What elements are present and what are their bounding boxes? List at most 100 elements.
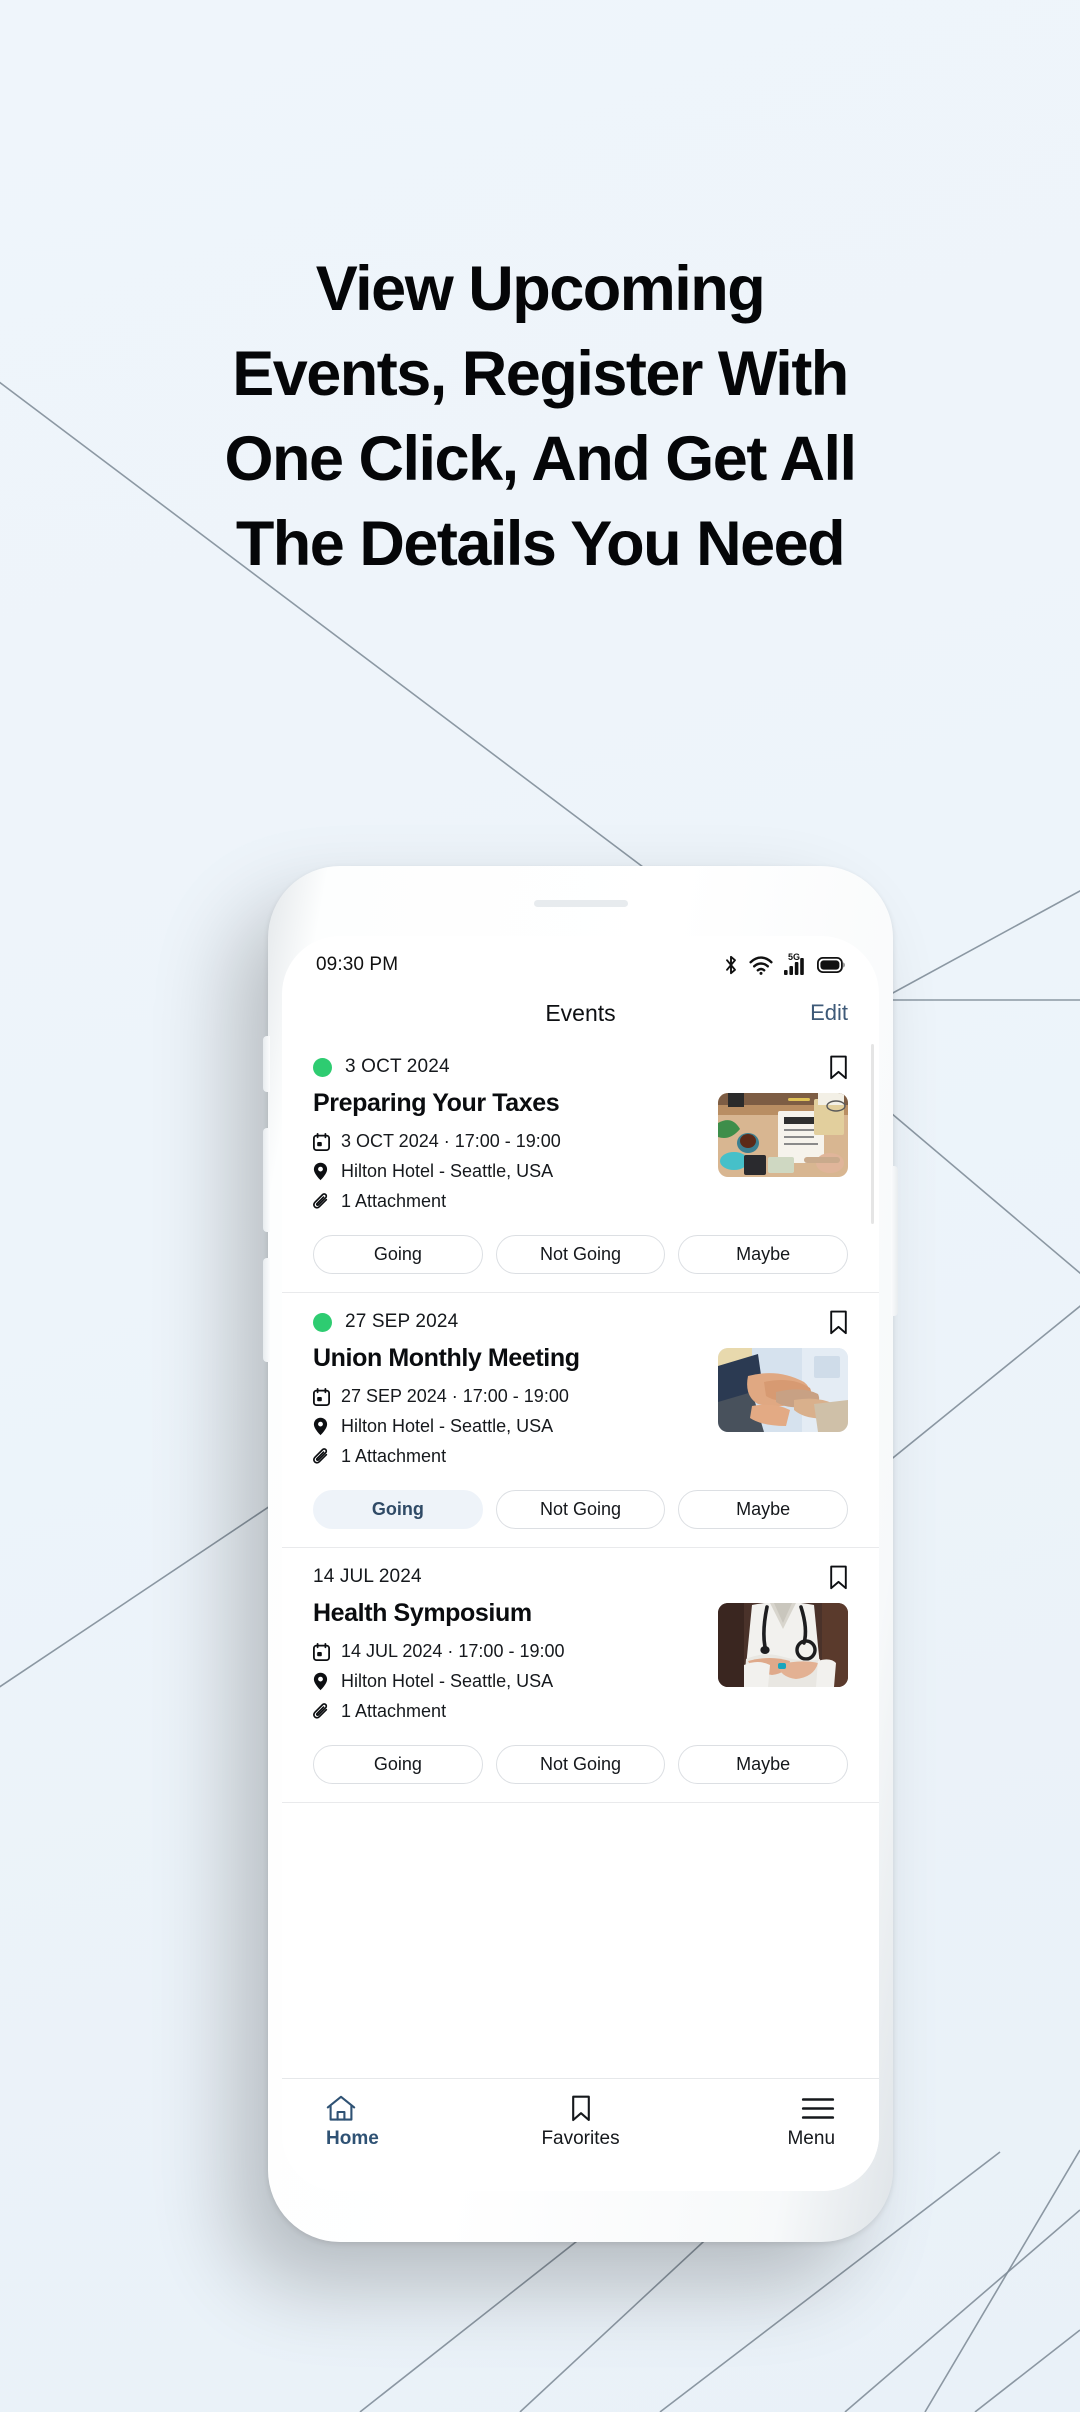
rsvp-button-group: Going Not Going Maybe: [313, 1490, 849, 1529]
headline-line-3: One Click, And Get All: [224, 424, 857, 495]
event-datetime-row: 3 OCT 2024 · 17:00 - 19:00: [313, 1131, 704, 1152]
rsvp-maybe-button[interactable]: Maybe: [678, 1490, 849, 1529]
bookmark-icon: [570, 2095, 592, 2122]
headline-line-2: Events, Register With: [232, 339, 849, 410]
rsvp-maybe-button[interactable]: Maybe: [678, 1235, 849, 1274]
event-date-group: 14 JUL 2024: [313, 1566, 422, 1588]
event-card-header: 3 OCT 2024: [313, 1052, 848, 1082]
doctor-stethoscope-photo[interactable]: [718, 1603, 848, 1687]
rsvp-going-button[interactable]: Going: [313, 1490, 483, 1529]
event-date-label: 14 JUL 2024: [313, 1566, 422, 1587]
event-location-row: Hilton Hotel - Seattle, USA: [313, 1161, 704, 1182]
tab-menu[interactable]: Menu: [665, 2095, 835, 2150]
hamburger-menu-icon: [801, 2095, 835, 2122]
phone-power-button[interactable]: [891, 1166, 898, 1316]
page-headline: View Upcoming Events, Register With One …: [0, 247, 1080, 587]
event-info: Union Monthly Meeting 27 SEP 2024 · 17:0…: [313, 1344, 704, 1467]
status-bar-icons: 5G: [724, 951, 845, 975]
phone-earpiece-speaker: [533, 900, 628, 907]
tab-favorites-label: Favorites: [541, 2128, 620, 2149]
event-datetime: 14 JUL 2024 · 17:00 - 19:00: [341, 1641, 565, 1661]
event-location-row: Hilton Hotel - Seattle, USA: [313, 1671, 704, 1692]
tab-home-label: Home: [326, 2128, 379, 2149]
events-list[interactable]: 3 OCT 2024 Preparing Your Taxes 3 OCT 20…: [282, 1038, 879, 2078]
page-title: Events: [545, 999, 616, 1026]
rsvp-going-button[interactable]: Going: [313, 1745, 483, 1784]
paperclip-icon: [313, 1192, 331, 1211]
phone-mockup: 09:30 PM 5G Events Edit 3 OCT 2024 Prepa…: [263, 866, 898, 2242]
calendar-icon: [313, 1387, 331, 1406]
location-pin-icon: [313, 1672, 331, 1691]
handshake-photo[interactable]: [718, 1348, 848, 1432]
phone-screen: 09:30 PM 5G Events Edit 3 OCT 2024 Prepa…: [282, 936, 879, 2191]
status-bar-time: 09:30 PM: [316, 954, 399, 975]
headline-line-1: View Upcoming: [315, 254, 766, 325]
event-date-label: 3 OCT 2024: [345, 1056, 450, 1077]
event-date-group: 27 SEP 2024: [313, 1311, 458, 1333]
event-attachment-row: 1 Attachment: [313, 1191, 704, 1212]
status-bar: 09:30 PM 5G: [282, 936, 879, 988]
wifi-icon: [749, 955, 773, 975]
event-card[interactable]: 27 SEP 2024 Union Monthly Meeting 27 SEP…: [282, 1293, 879, 1548]
tab-favorites[interactable]: Favorites: [496, 2095, 666, 2150]
edit-button[interactable]: Edit: [810, 1000, 848, 1026]
screen-nav-bar: Events Edit: [282, 988, 879, 1038]
event-status-dot: [313, 1312, 332, 1332]
location-pin-icon: [313, 1162, 331, 1181]
event-attachments: 1 Attachment: [341, 1191, 447, 1211]
event-datetime: 3 OCT 2024 · 17:00 - 19:00: [341, 1131, 561, 1151]
phone-volume-down-button[interactable]: [263, 1258, 270, 1362]
event-location: Hilton Hotel - Seattle, USA: [341, 1671, 554, 1691]
home-icon: [326, 2095, 356, 2122]
event-card-body: Health Symposium 14 JUL 2024 · 17:00 - 1…: [313, 1599, 848, 1722]
event-card-header: 14 JUL 2024: [313, 1562, 848, 1592]
rsvp-button-group: Going Not Going Maybe: [313, 1235, 849, 1274]
rsvp-button-group: Going Not Going Maybe: [313, 1745, 849, 1784]
calendar-icon: [313, 1642, 331, 1661]
rsvp-maybe-button[interactable]: Maybe: [678, 1745, 849, 1784]
event-card-body: Preparing Your Taxes 3 OCT 2024 · 17:00 …: [313, 1089, 848, 1212]
event-attachment-row: 1 Attachment: [313, 1701, 704, 1722]
bookmark-icon[interactable]: [829, 1310, 848, 1335]
event-card-body: Union Monthly Meeting 27 SEP 2024 · 17:0…: [313, 1344, 848, 1467]
event-datetime-row: 14 JUL 2024 · 17:00 - 19:00: [313, 1641, 704, 1662]
event-info: Preparing Your Taxes 3 OCT 2024 · 17:00 …: [313, 1089, 704, 1212]
vertical-scrollbar[interactable]: [871, 1044, 874, 1224]
event-date-group: 3 OCT 2024: [313, 1056, 450, 1078]
phone-mute-switch[interactable]: [263, 1036, 270, 1092]
event-card[interactable]: 3 OCT 2024 Preparing Your Taxes 3 OCT 20…: [282, 1038, 879, 1293]
network-type-label: 5G: [788, 951, 801, 962]
paperclip-icon: [313, 1447, 331, 1466]
bookmark-icon[interactable]: [829, 1565, 848, 1590]
battery-icon: [817, 957, 845, 973]
event-title: Health Symposium: [313, 1599, 532, 1627]
event-info: Health Symposium 14 JUL 2024 · 17:00 - 1…: [313, 1599, 704, 1722]
event-datetime: 27 SEP 2024 · 17:00 - 19:00: [341, 1386, 569, 1406]
headline-line-4: The Details You Need: [235, 509, 846, 580]
desk-tax-paperwork-photo[interactable]: [718, 1093, 848, 1177]
event-title: Preparing Your Taxes: [313, 1089, 560, 1117]
event-location-row: Hilton Hotel - Seattle, USA: [313, 1416, 704, 1437]
cellular-5g-icon: 5G: [784, 951, 806, 975]
event-attachments: 1 Attachment: [341, 1701, 447, 1721]
paperclip-icon: [313, 1702, 331, 1721]
event-attachments: 1 Attachment: [341, 1446, 447, 1466]
bottom-tab-bar: Home Favorites Menu: [282, 2078, 879, 2191]
event-title: Union Monthly Meeting: [313, 1344, 580, 1372]
event-datetime-row: 27 SEP 2024 · 17:00 - 19:00: [313, 1386, 704, 1407]
bookmark-icon[interactable]: [829, 1055, 848, 1080]
event-status-dot: [313, 1057, 332, 1077]
event-location: Hilton Hotel - Seattle, USA: [341, 1416, 554, 1436]
phone-volume-up-button[interactable]: [263, 1128, 270, 1232]
rsvp-not-going-button[interactable]: Not Going: [495, 1235, 666, 1274]
event-card[interactable]: 14 JUL 2024 Health Symposium 14 JUL 2024…: [282, 1548, 879, 1803]
rsvp-not-going-button[interactable]: Not Going: [495, 1490, 666, 1529]
tab-menu-label: Menu: [787, 2128, 836, 2149]
calendar-icon: [313, 1132, 331, 1151]
tab-home[interactable]: Home: [326, 2095, 496, 2150]
event-attachment-row: 1 Attachment: [313, 1446, 704, 1467]
event-card-header: 27 SEP 2024: [313, 1307, 848, 1337]
rsvp-not-going-button[interactable]: Not Going: [495, 1745, 666, 1784]
rsvp-going-button[interactable]: Going: [313, 1235, 483, 1274]
location-pin-icon: [313, 1417, 331, 1436]
